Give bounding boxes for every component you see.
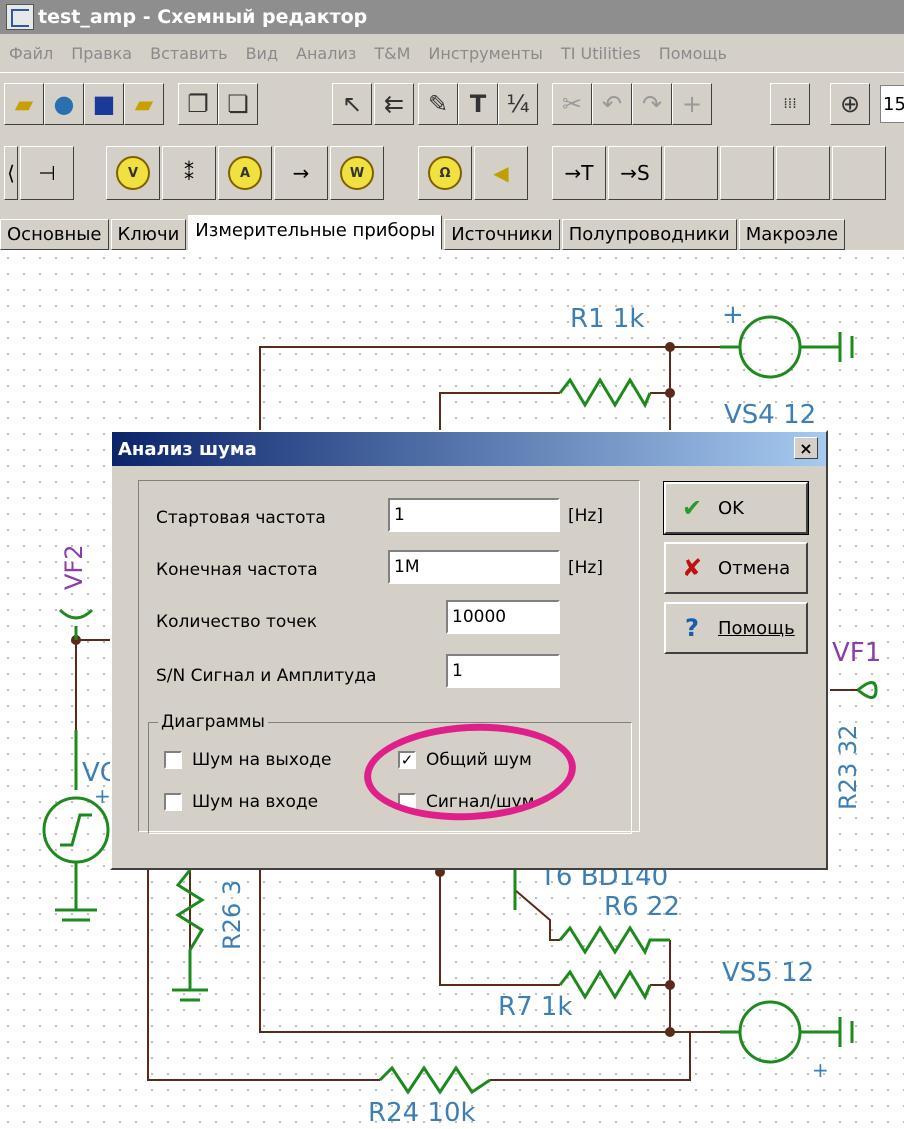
tab-sources[interactable]: Источники xyxy=(444,219,560,250)
diagrams-legend: Диаграммы xyxy=(158,712,268,732)
help-button[interactable]: ? Помощь xyxy=(664,602,808,654)
output-noise-checkbox[interactable]: Шум на выходе xyxy=(164,750,332,770)
question-mark-icon: ? xyxy=(685,614,699,642)
menubar: Файл Правка Вставить Вид Анализ T&M Инст… xyxy=(0,34,904,72)
crosshair-icon[interactable]: + xyxy=(672,83,712,125)
signal-amplitude-label: S/N Сигнал и Амплитуда xyxy=(156,666,377,686)
input-noise-box[interactable] xyxy=(164,793,182,811)
label-vs5: VS5 12 xyxy=(722,958,815,988)
input-noise-label: Шум на входе xyxy=(192,792,319,812)
menu-analysis[interactable]: Анализ xyxy=(287,44,365,63)
output-noise-box[interactable] xyxy=(164,751,182,769)
dialog-title: Анализ шума xyxy=(118,438,257,460)
menu-help[interactable]: Помощь xyxy=(650,44,736,63)
menu-insert[interactable]: Вставить xyxy=(141,44,236,63)
paste-icon[interactable]: ❏ xyxy=(218,83,258,125)
component-tabs: Основные Ключи Измерительные приборы Ист… xyxy=(0,210,904,250)
ammeter-icon[interactable]: A xyxy=(218,146,272,200)
menu-tm[interactable]: T&M xyxy=(365,44,419,63)
globe-icon[interactable]: ● xyxy=(44,83,84,125)
fraction-icon[interactable]: ¼ xyxy=(498,83,538,125)
dialog-titlebar: Анализ шума × xyxy=(112,432,826,466)
zoom-input[interactable]: 15 xyxy=(880,85,904,123)
help-button-label: Помощь xyxy=(718,617,795,639)
start-frequency-unit: [Hz] xyxy=(568,506,603,526)
points-count-input[interactable] xyxy=(446,600,560,634)
signal-amplitude-input[interactable] xyxy=(446,654,560,688)
component-item-t[interactable]: →T xyxy=(552,146,606,200)
label-plus-vs5: + xyxy=(812,1058,829,1082)
label-vf2: VF2 xyxy=(60,544,88,591)
main-toolbar: ▰ ● ■ ▰ ❐ ❏ ↖ ⇇ ✎ T ¼ ✂ ↶ ↷ + ⁞⁞⁞ ⊕ 15 xyxy=(0,72,904,136)
input-noise-checkbox[interactable]: Шум на входе xyxy=(164,792,318,812)
pencil-icon[interactable]: ✎ xyxy=(418,83,458,125)
cancel-button[interactable]: ✘ Отмена xyxy=(664,542,808,594)
undo-icon[interactable]: ↶ xyxy=(592,83,632,125)
label-plus-vg: + xyxy=(94,784,111,808)
points-count-label: Количество точек xyxy=(156,612,318,632)
label-vf1: VF1 xyxy=(832,638,882,668)
label-vs4: VS4 12 xyxy=(724,400,817,430)
redo-icon[interactable]: ↷ xyxy=(632,83,672,125)
start-frequency-input[interactable] xyxy=(388,498,560,532)
cross-icon: ✘ xyxy=(681,554,703,582)
window-title: test_amp - Схемный редактор xyxy=(38,6,368,28)
scroll-left-icon[interactable]: ⟨ xyxy=(4,146,18,200)
open-icon[interactable]: ▰ xyxy=(124,83,164,125)
menu-file[interactable]: Файл xyxy=(0,44,62,63)
menu-view[interactable]: Вид xyxy=(237,44,287,63)
empty-slot[interactable] xyxy=(720,146,774,200)
copy-icon[interactable]: ❐ xyxy=(178,83,218,125)
menu-ti-utilities[interactable]: TI Utilities xyxy=(552,44,650,63)
checkmark-icon: ✔ xyxy=(681,494,703,522)
menu-edit[interactable]: Правка xyxy=(62,44,141,63)
label-plus-vs4: + xyxy=(722,300,744,330)
cut-icon[interactable]: ✂ xyxy=(552,83,592,125)
window-titlebar: test_amp - Схемный редактор xyxy=(0,0,904,34)
tab-switches[interactable]: Ключи xyxy=(110,219,187,250)
label-r7: R7 1k xyxy=(498,992,573,1022)
component-toolbar: ⟨ ⊣ V ⁑ A → W Ω ◀ →T →S xyxy=(0,134,904,211)
grid-icon[interactable]: ⁞⁞⁞ xyxy=(770,83,810,125)
cancel-button-label: Отмена xyxy=(718,557,791,579)
start-frequency-label: Стартовая частота xyxy=(156,508,326,528)
tab-semiconductors[interactable]: Полупроводники xyxy=(561,219,737,250)
tab-macros[interactable]: Макроэле xyxy=(738,219,846,250)
tab-meters[interactable]: Измерительные приборы xyxy=(188,215,443,250)
label-r26: R26 3 xyxy=(218,879,246,950)
voltmeter-icon[interactable]: V xyxy=(106,146,160,200)
open-folder-icon[interactable]: ▰ xyxy=(4,83,44,125)
end-frequency-label: Конечная частота xyxy=(156,560,318,580)
label-r23: R23 32 xyxy=(834,724,862,810)
speaker-icon[interactable]: ◀ xyxy=(474,146,528,200)
wire-tool-icon[interactable]: ⇇ xyxy=(374,83,414,125)
empty-slot[interactable] xyxy=(832,146,886,200)
ok-button-label: OK xyxy=(718,497,744,519)
probe-icon[interactable]: ⊣ xyxy=(20,146,74,200)
save-icon[interactable]: ■ xyxy=(84,83,124,125)
switch-icon[interactable]: ⁑ xyxy=(162,146,216,200)
end-frequency-unit: [Hz] xyxy=(568,558,603,578)
tab-basic[interactable]: Основные xyxy=(0,219,109,250)
zoom-in-icon[interactable]: ⊕ xyxy=(830,83,870,125)
text-tool-icon[interactable]: T xyxy=(458,83,498,125)
label-r24: R24 10k xyxy=(368,1098,476,1128)
app-icon xyxy=(6,4,34,30)
wattmeter-icon[interactable]: W xyxy=(330,146,384,200)
ohmmeter-icon[interactable]: Ω xyxy=(418,146,472,200)
output-noise-label: Шум на выходе xyxy=(192,750,332,770)
empty-slot[interactable] xyxy=(776,146,830,200)
menu-tools[interactable]: Инструменты xyxy=(419,44,552,63)
close-icon[interactable]: × xyxy=(794,437,818,459)
label-r6: R6 22 xyxy=(604,892,680,922)
end-frequency-input[interactable] xyxy=(388,550,560,584)
component-item-s[interactable]: →S xyxy=(608,146,662,200)
label-r1: R1 1k xyxy=(570,304,645,334)
empty-slot[interactable] xyxy=(664,146,718,200)
select-arrow-icon[interactable]: ↖ xyxy=(332,83,372,125)
current-arrow-icon[interactable]: → xyxy=(274,146,328,200)
ok-button[interactable]: ✔ OK xyxy=(663,481,809,535)
